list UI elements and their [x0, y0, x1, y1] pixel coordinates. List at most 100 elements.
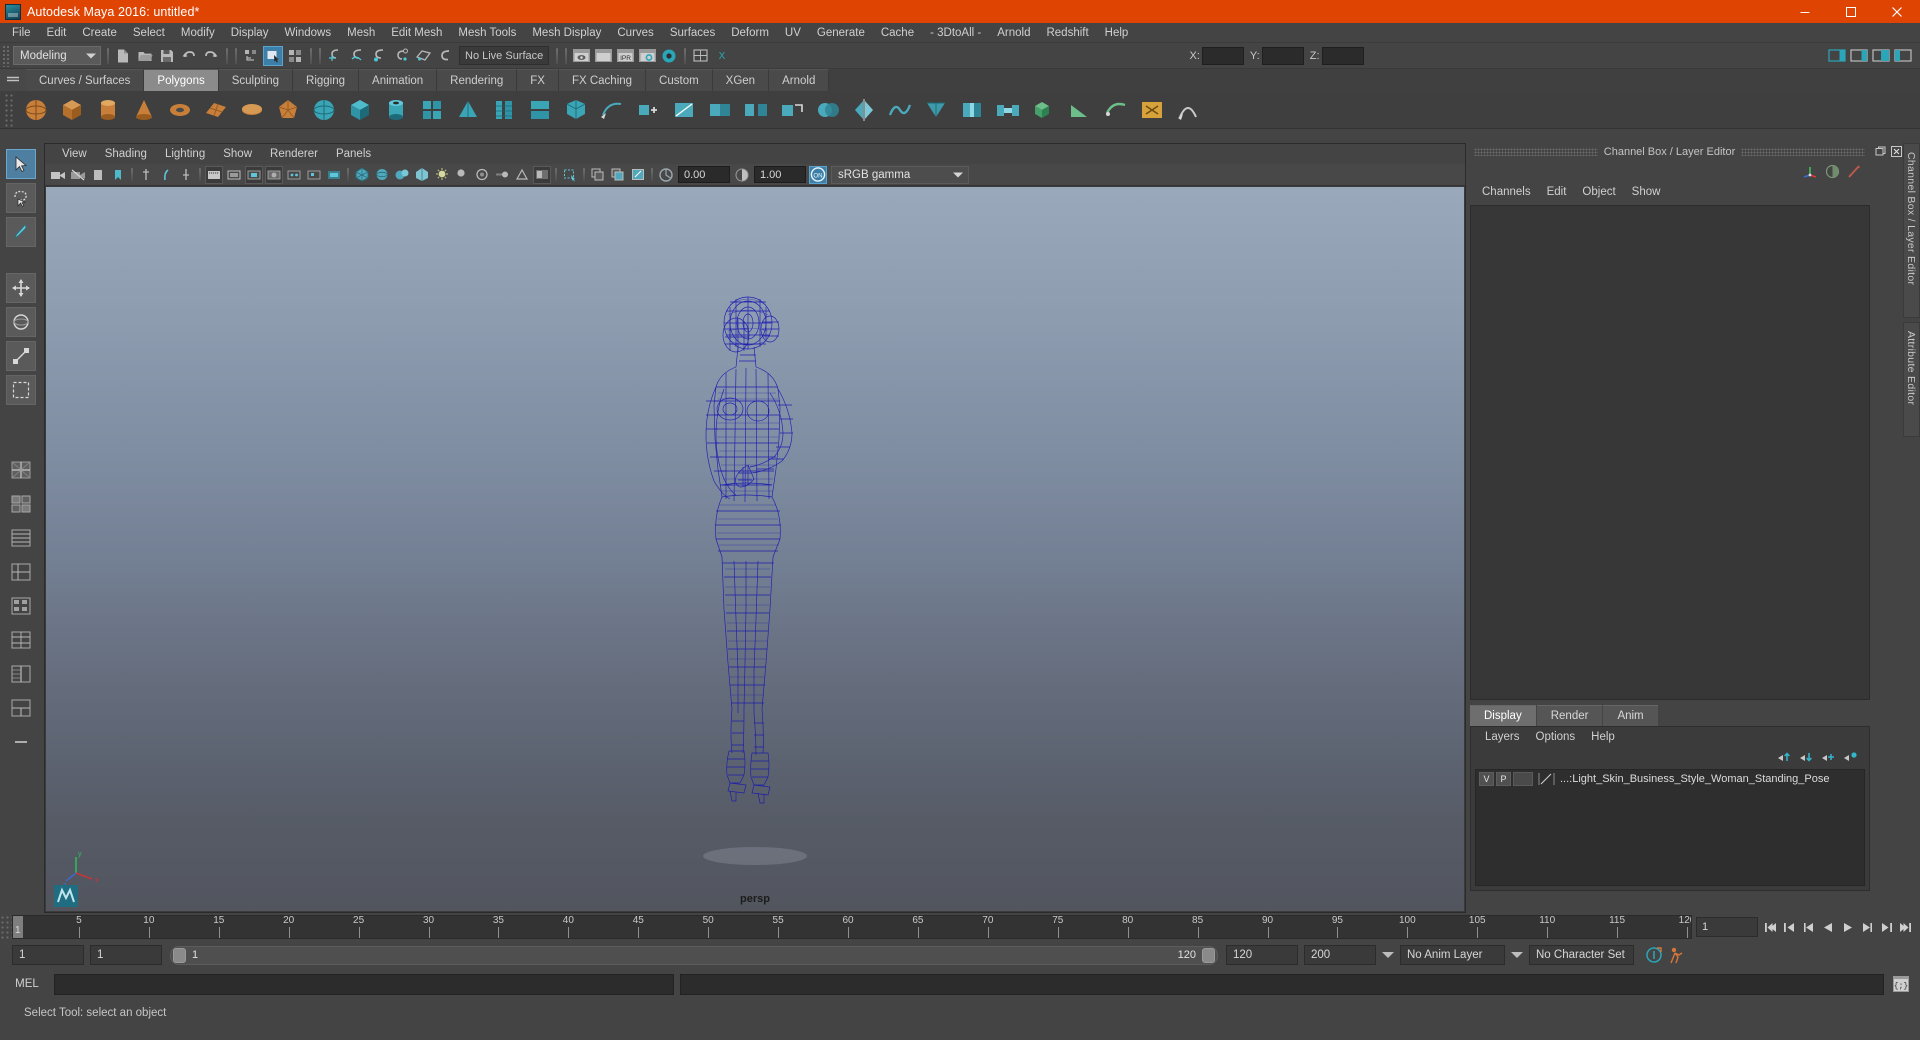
shelf-tab-rendering[interactable]: Rendering — [437, 69, 518, 91]
gate-mask-icon[interactable] — [245, 165, 263, 184]
panel-close-button[interactable] — [1889, 145, 1903, 158]
channel-box-menu-channels[interactable]: Channels — [1474, 182, 1539, 202]
menu-generate[interactable]: Generate — [809, 23, 873, 43]
anim-end-field[interactable]: 200 — [1304, 945, 1376, 965]
menu-curves[interactable]: Curves — [609, 23, 661, 43]
image-plane-icon[interactable] — [137, 166, 155, 184]
extra-shelf-icon[interactable] — [1172, 94, 1204, 126]
render-settings-icon[interactable] — [637, 46, 657, 66]
poly-disc-icon[interactable] — [236, 94, 268, 126]
snap-to-curve-icon[interactable] — [347, 46, 367, 66]
time-slider-track[interactable]: 1 5 10 15 20 25 30 35 40 45 50 55 60 65 70 75 80 85 90 95 1… — [12, 915, 1692, 939]
shelf-tab-animation[interactable]: Animation — [359, 69, 438, 91]
shelf-tab-arnold[interactable]: Arnold — [769, 69, 830, 91]
minimize-button[interactable] — [1782, 0, 1828, 23]
snap-to-grid-icon[interactable] — [325, 46, 345, 66]
panel-drag-handle-left[interactable] — [1474, 147, 1598, 156]
reduce-icon[interactable] — [920, 94, 952, 126]
anim-layer-chevron-down-icon[interactable] — [1382, 952, 1394, 958]
shadows-icon[interactable] — [453, 166, 471, 184]
channel-box-icon[interactable] — [1799, 161, 1821, 181]
menu-file[interactable]: File — [4, 23, 39, 43]
crease-icon[interactable] — [1136, 94, 1168, 126]
rotate-tool[interactable] — [6, 307, 36, 337]
poly-cylinder-icon[interactable] — [92, 94, 124, 126]
time-slider-gripper[interactable] — [0, 915, 12, 939]
layer-menu-layers[interactable]: Layers — [1477, 727, 1528, 747]
range-start-handle[interactable] — [173, 947, 186, 963]
wedge-icon[interactable] — [1064, 94, 1096, 126]
menu-help[interactable]: Help — [1097, 23, 1137, 43]
layer-tab-display[interactable]: Display — [1470, 705, 1536, 726]
step-forward-key-icon[interactable] — [1857, 916, 1876, 938]
current-frame-field[interactable]: 1 — [1696, 917, 1758, 937]
hypershade-icon[interactable] — [659, 46, 679, 66]
booleans-icon[interactable] — [812, 94, 844, 126]
range-bar[interactable]: 1 120 — [170, 945, 1218, 965]
bevel-icon[interactable] — [956, 94, 988, 126]
menu-uv[interactable]: UV — [777, 23, 809, 43]
isolate-select-icon[interactable] — [561, 166, 579, 184]
viewport-menu-panels[interactable]: Panels — [327, 144, 380, 164]
layer-visibility-toggle[interactable]: V — [1479, 772, 1494, 786]
multi-cut-icon[interactable] — [668, 94, 700, 126]
gamma-icon[interactable] — [733, 166, 751, 184]
attribute-editor-icon[interactable] — [1821, 161, 1843, 181]
viewport-menu-view[interactable]: View — [53, 144, 96, 164]
menu-windows[interactable]: Windows — [276, 23, 339, 43]
lock-camera-icon[interactable] — [69, 166, 87, 184]
shelf-tab-fx[interactable]: FX — [517, 69, 559, 91]
vtab-attribute-editor[interactable]: Attribute Editor — [1903, 322, 1920, 437]
new-layer-icon[interactable] — [1817, 748, 1839, 766]
statusline-gripper[interactable] — [2, 44, 10, 67]
use-all-lights-icon[interactable] — [433, 166, 451, 184]
command-language-label[interactable]: MEL — [0, 978, 54, 990]
shelf-tab-custom[interactable]: Custom — [646, 69, 713, 91]
snap-to-view-plane-icon[interactable] — [413, 46, 433, 66]
menu-select[interactable]: Select — [125, 23, 173, 43]
xray-icon[interactable] — [265, 165, 283, 184]
film-gate-icon[interactable] — [205, 165, 223, 184]
character-set-field[interactable]: No Character Set — [1529, 945, 1634, 965]
shelf-tab-polygons[interactable]: Polygons — [144, 69, 219, 91]
move-layer-down-icon[interactable] — [1795, 748, 1817, 766]
render-current-frame-icon[interactable] — [571, 46, 591, 66]
open-scene-icon[interactable] — [135, 46, 155, 66]
animation-preferences-icon[interactable] — [1666, 944, 1690, 966]
poly-plane-icon[interactable] — [200, 94, 232, 126]
move-tool[interactable] — [6, 273, 36, 303]
textured-icon[interactable] — [413, 166, 431, 184]
poly-sphere-smooth-icon[interactable] — [308, 94, 340, 126]
poly-pipe-icon[interactable] — [380, 94, 412, 126]
quad-draw-icon[interactable] — [1100, 94, 1132, 126]
command-input[interactable] — [54, 973, 674, 995]
tool-settings-icon[interactable] — [1843, 161, 1865, 181]
panel-undock-button[interactable] — [1873, 145, 1887, 158]
xray-joints-icon[interactable] — [285, 166, 303, 184]
poly-torus-icon[interactable] — [164, 94, 196, 126]
shelf-tab-fx-caching[interactable]: FX Caching — [558, 69, 647, 91]
grid-toggle-icon[interactable] — [177, 166, 195, 184]
step-back-key-icon[interactable] — [1800, 916, 1819, 938]
redo-icon[interactable] — [201, 46, 221, 66]
persp-hypershade-layout[interactable] — [6, 591, 36, 621]
menu-mesh-display[interactable]: Mesh Display — [524, 23, 609, 43]
maximize-button[interactable] — [1828, 0, 1874, 23]
playback-start-field[interactable]: 1 — [90, 945, 162, 965]
paste-view-icon[interactable] — [609, 166, 627, 184]
persp-relationship-layout[interactable] — [6, 625, 36, 655]
shelf-tab-xgen[interactable]: XGen — [712, 69, 770, 91]
color-management-toggle-icon[interactable]: ON — [809, 165, 827, 184]
undo-icon[interactable] — [179, 46, 199, 66]
lasso-select-tool[interactable] — [6, 183, 36, 213]
viewport-menu-lighting[interactable]: Lighting — [156, 144, 214, 164]
append-poly-icon[interactable] — [632, 94, 664, 126]
step-forward-frame-icon[interactable] — [1876, 916, 1895, 938]
persp-graph-layout[interactable] — [6, 557, 36, 587]
poly-prism-icon[interactable] — [416, 94, 448, 126]
shelf-menu-icon[interactable] — [0, 69, 26, 91]
anim-layer-field[interactable]: No Anim Layer — [1400, 945, 1505, 965]
menu-arnold[interactable]: Arnold — [989, 23, 1038, 43]
soft-mod-tool[interactable] — [6, 375, 36, 405]
coord-z-field[interactable] — [1321, 46, 1364, 65]
